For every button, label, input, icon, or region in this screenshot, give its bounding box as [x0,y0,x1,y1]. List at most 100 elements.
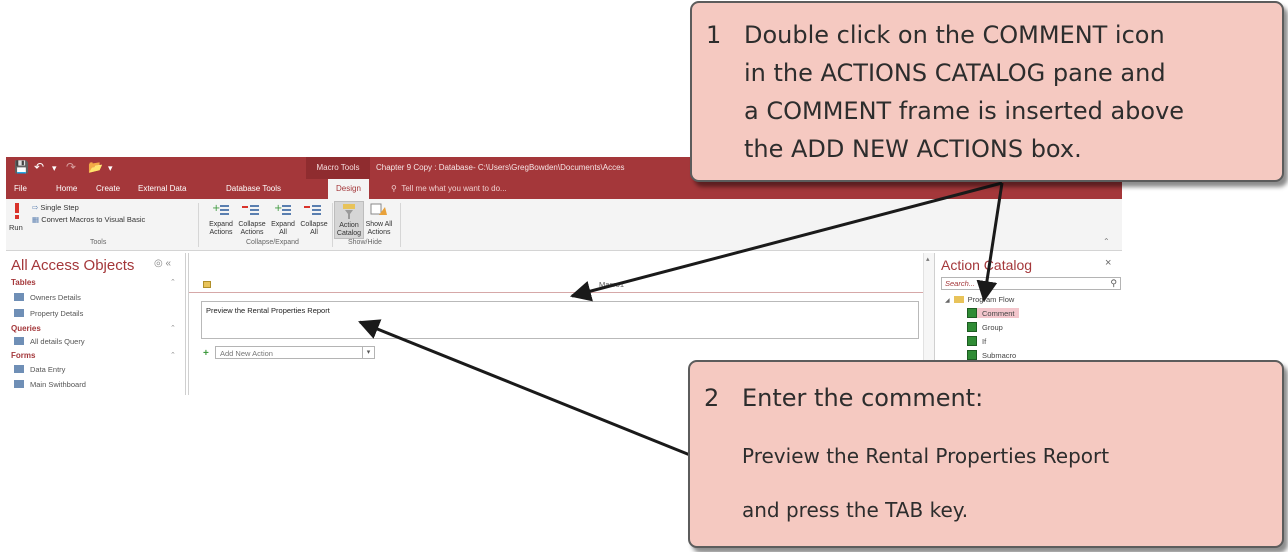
collapse-ribbon-icon[interactable]: ⌃ [1103,237,1110,246]
tree-folder-program-flow[interactable]: ◢ Program Flow [945,295,1014,304]
collapse-all-label-1: Collapse [300,221,328,228]
window-title: Chapter 9 Copy : Database- C:\Users\Greg… [376,163,625,172]
expand-all-label-2: All [279,229,287,236]
step-number: 1 [706,21,722,49]
lightbulb-icon: ⚲ [391,184,397,193]
step-number: 2 [704,384,720,412]
tree-item-label: If [982,337,987,346]
expand-all-button[interactable]: Expand All [268,221,298,237]
callout-step-2: 2 Enter the comment: Preview the Rental … [688,360,1284,548]
run-icon[interactable] [14,203,20,219]
action-catalog-button[interactable]: Action Catalog [334,201,364,239]
collapse-expand-group-label: Collapse/Expand [246,239,299,246]
form-icon [14,380,24,388]
nav-section-queries[interactable]: Queries [11,324,41,333]
expand-all-icon: + [274,203,291,215]
tree-item-label: Group [982,323,1003,332]
tree-item-submacro[interactable]: Submacro [967,350,1016,360]
submacro-action-icon [967,350,977,360]
comment-action-icon [967,308,977,318]
nav-item-data-entry[interactable]: Data Entry [14,365,65,374]
tell-me-box[interactable]: ⚲ Tell me what you want to do... [391,179,507,199]
show-all-actions-label-2: Actions [367,229,391,236]
tab-home[interactable]: Home [56,179,77,199]
macro-document-tab[interactable]: Macro1 [189,277,923,293]
tab-design[interactable]: Design [328,179,369,199]
collapse-all-button[interactable]: Collapse All [298,221,330,237]
collapse-all-label-2: All [310,229,318,236]
nav-item-main-swithboard[interactable]: Main Swithboard [14,380,86,389]
nav-section-forms[interactable]: Forms [11,351,35,360]
nav-item-property-details[interactable]: Property Details [14,309,83,318]
nav-pane-controls: ◎ « [154,258,171,269]
single-step-button[interactable]: ⇨ Single Step [32,203,79,212]
add-new-action-placeholder: Add New Action [220,349,273,358]
chevron-up-icon[interactable]: ⌃ [170,278,176,286]
comment-frame[interactable]: Preview the Rental Properties Report [201,301,919,339]
action-catalog-icon [343,204,355,219]
svg-text:+: + [212,203,220,214]
chevron-up-icon[interactable]: ⌃ [170,351,176,359]
navigation-pane: All Access Objects ◎ « Tables ⌃ Owners D… [6,253,186,395]
nav-item-owners-details[interactable]: Owners Details [14,293,81,302]
shutter-bar-close-icon[interactable]: « [166,258,172,269]
collapse-actions-button[interactable]: Collapse Actions [236,221,268,237]
action-catalog-label-2: Catalog [336,230,362,237]
ribbon: Run ⇨ Single Step ▦ Convert Macros to Vi… [6,199,1122,251]
group-divider [400,203,401,247]
tree-item-group[interactable]: Group [967,322,1003,332]
show-hide-group-label: Show/Hide [348,239,382,246]
expand-actions-icon: + [212,203,229,215]
chevron-down-icon[interactable]: ▾ [362,347,374,358]
nav-menu-icon[interactable]: ◎ [154,258,163,269]
search-icon[interactable]: ⚲ [1110,278,1117,289]
single-step-icon: ⇨ [32,203,39,212]
add-action-plus-icon: + [203,348,209,359]
callout-line: and press the TAB key. [742,498,969,522]
scroll-up-icon[interactable]: ▴ [926,255,930,263]
tab-file[interactable]: File [14,179,27,199]
callout-line: the ADD NEW ACTIONS box. [744,135,1082,163]
nav-section-tables[interactable]: Tables [11,278,36,287]
collapse-actions-icon [242,205,259,215]
chevron-up-icon[interactable]: ⌃ [170,324,176,332]
undo-dropdown-icon[interactable]: ▾ [52,163,57,174]
save-icon[interactable]: 💾 [14,160,29,174]
catalog-search-input[interactable]: Search... ⚲ [941,277,1121,290]
nav-item-label: Data Entry [30,365,66,374]
context-tab-label: Macro Tools [306,157,370,179]
nav-item-all-details-query[interactable]: All details Query [14,337,85,346]
run-button[interactable]: Run [9,223,23,232]
collapse-all-icon [304,205,321,215]
nav-item-label: All details Query [30,337,85,346]
collapse-actions-label-1: Collapse [238,221,266,228]
nav-pane-title[interactable]: All Access Objects [11,257,134,274]
tab-external-data[interactable]: External Data [138,179,186,199]
show-all-actions-icon [370,203,387,215]
open-folder-icon[interactable]: 📂 [88,160,103,174]
nav-item-label: Owners Details [30,293,81,302]
customize-qat-icon[interactable]: ▾ [108,163,113,174]
tab-create[interactable]: Create [96,179,120,199]
add-new-action-combobox[interactable]: Add New Action ▾ [215,346,375,359]
ribbon-tabs: File Home Create External Data Database … [6,179,1122,199]
close-icon[interactable]: × [1105,257,1111,269]
expand-actions-button[interactable]: Expand Actions [206,221,236,237]
svg-text:+: + [274,203,282,214]
undo-icon[interactable]: ↶ [34,160,44,174]
show-all-actions-button[interactable]: Show All Actions [364,221,394,237]
callout-line: Preview the Rental Properties Report [742,444,1110,468]
table-icon [14,309,24,317]
group-action-icon [967,322,977,332]
tree-expand-icon[interactable]: ◢ [945,297,950,304]
tab-database-tools[interactable]: Database Tools [226,179,281,199]
group-divider [332,203,333,247]
action-catalog-title: Action Catalog [941,257,1033,273]
tell-me-text: Tell me what you want to do... [401,184,507,193]
tree-item-comment[interactable]: Comment [967,308,1019,318]
convert-macros-button[interactable]: ▦ Convert Macros to Visual Basic [32,215,145,224]
form-icon [14,365,24,373]
catalog-search-placeholder: Search... [945,279,976,288]
tree-item-if[interactable]: If [967,336,986,346]
tree-folder-label: Program Flow [967,295,1015,304]
